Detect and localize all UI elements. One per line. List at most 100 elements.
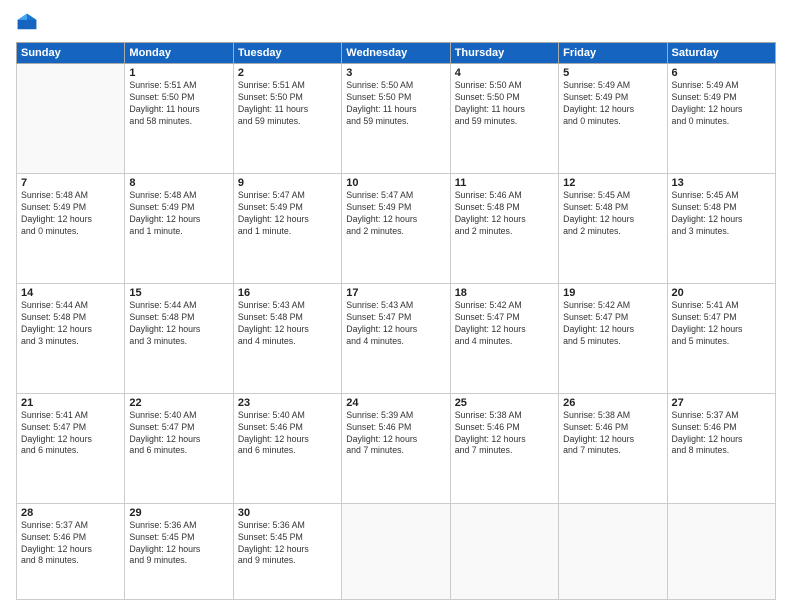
- calendar-cell: [667, 503, 775, 599]
- day-number: 11: [455, 177, 554, 189]
- day-info: Sunrise: 5:47 AM Sunset: 5:49 PM Dayligh…: [346, 190, 445, 238]
- day-info: Sunrise: 5:38 AM Sunset: 5:46 PM Dayligh…: [455, 410, 554, 458]
- day-number: 25: [455, 397, 554, 409]
- day-info: Sunrise: 5:42 AM Sunset: 5:47 PM Dayligh…: [455, 300, 554, 348]
- day-number: 6: [672, 67, 771, 79]
- day-info: Sunrise: 5:45 AM Sunset: 5:48 PM Dayligh…: [563, 190, 662, 238]
- calendar-cell: 3Sunrise: 5:50 AM Sunset: 5:50 PM Daylig…: [342, 64, 450, 174]
- day-number: 17: [346, 287, 445, 299]
- day-number: 1: [129, 67, 228, 79]
- day-info: Sunrise: 5:49 AM Sunset: 5:49 PM Dayligh…: [563, 80, 662, 128]
- weekday-saturday: Saturday: [667, 43, 775, 64]
- calendar-cell: 14Sunrise: 5:44 AM Sunset: 5:48 PM Dayli…: [17, 283, 125, 393]
- day-number: 9: [238, 177, 337, 189]
- weekday-wednesday: Wednesday: [342, 43, 450, 64]
- calendar-cell: [559, 503, 667, 599]
- weekday-monday: Monday: [125, 43, 233, 64]
- day-info: Sunrise: 5:39 AM Sunset: 5:46 PM Dayligh…: [346, 410, 445, 458]
- day-info: Sunrise: 5:50 AM Sunset: 5:50 PM Dayligh…: [346, 80, 445, 128]
- day-info: Sunrise: 5:51 AM Sunset: 5:50 PM Dayligh…: [238, 80, 337, 128]
- day-number: 26: [563, 397, 662, 409]
- day-info: Sunrise: 5:40 AM Sunset: 5:46 PM Dayligh…: [238, 410, 337, 458]
- page: SundayMondayTuesdayWednesdayThursdayFrid…: [0, 0, 792, 612]
- week-row-1: 1Sunrise: 5:51 AM Sunset: 5:50 PM Daylig…: [17, 64, 776, 174]
- calendar-cell: 5Sunrise: 5:49 AM Sunset: 5:49 PM Daylig…: [559, 64, 667, 174]
- calendar-cell: 27Sunrise: 5:37 AM Sunset: 5:46 PM Dayli…: [667, 393, 775, 503]
- day-info: Sunrise: 5:47 AM Sunset: 5:49 PM Dayligh…: [238, 190, 337, 238]
- day-info: Sunrise: 5:49 AM Sunset: 5:49 PM Dayligh…: [672, 80, 771, 128]
- header: [16, 12, 776, 34]
- calendar-cell: 22Sunrise: 5:40 AM Sunset: 5:47 PM Dayli…: [125, 393, 233, 503]
- day-number: 8: [129, 177, 228, 189]
- day-number: 20: [672, 287, 771, 299]
- day-info: Sunrise: 5:46 AM Sunset: 5:48 PM Dayligh…: [455, 190, 554, 238]
- day-info: Sunrise: 5:38 AM Sunset: 5:46 PM Dayligh…: [563, 410, 662, 458]
- day-number: 4: [455, 67, 554, 79]
- day-number: 14: [21, 287, 120, 299]
- day-info: Sunrise: 5:41 AM Sunset: 5:47 PM Dayligh…: [672, 300, 771, 348]
- day-number: 21: [21, 397, 120, 409]
- day-info: Sunrise: 5:43 AM Sunset: 5:48 PM Dayligh…: [238, 300, 337, 348]
- day-number: 22: [129, 397, 228, 409]
- logo-icon: [16, 12, 38, 34]
- day-info: Sunrise: 5:37 AM Sunset: 5:46 PM Dayligh…: [21, 520, 120, 568]
- calendar-cell: 2Sunrise: 5:51 AM Sunset: 5:50 PM Daylig…: [233, 64, 341, 174]
- weekday-header-row: SundayMondayTuesdayWednesdayThursdayFrid…: [17, 43, 776, 64]
- day-number: 2: [238, 67, 337, 79]
- day-number: 23: [238, 397, 337, 409]
- weekday-tuesday: Tuesday: [233, 43, 341, 64]
- day-info: Sunrise: 5:43 AM Sunset: 5:47 PM Dayligh…: [346, 300, 445, 348]
- week-row-2: 7 Sunrise: 5:48 AM Sunset: 5:49 PM Daylig…: [17, 173, 776, 283]
- calendar-cell: 24Sunrise: 5:39 AM Sunset: 5:46 PM Dayli…: [342, 393, 450, 503]
- calendar-cell: 26Sunrise: 5:38 AM Sunset: 5:46 PM Dayli…: [559, 393, 667, 503]
- calendar-cell: 16Sunrise: 5:43 AM Sunset: 5:48 PM Dayli…: [233, 283, 341, 393]
- day-number: 28: [21, 507, 120, 519]
- calendar-cell: 6Sunrise: 5:49 AM Sunset: 5:49 PM Daylig…: [667, 64, 775, 174]
- calendar-cell: 9Sunrise: 5:47 AM Sunset: 5:49 PM Daylig…: [233, 173, 341, 283]
- weekday-sunday: Sunday: [17, 43, 125, 64]
- day-number: 3: [346, 67, 445, 79]
- day-number: 24: [346, 397, 445, 409]
- logo: [16, 12, 42, 34]
- weekday-friday: Friday: [559, 43, 667, 64]
- day-number: 10: [346, 177, 445, 189]
- calendar-cell: 12Sunrise: 5:45 AM Sunset: 5:48 PM Dayli…: [559, 173, 667, 283]
- calendar-cell: 13Sunrise: 5:45 AM Sunset: 5:48 PM Dayli…: [667, 173, 775, 283]
- day-info: Sunrise: 5:50 AM Sunset: 5:50 PM Dayligh…: [455, 80, 554, 128]
- calendar-cell: [342, 503, 450, 599]
- day-number: 27: [672, 397, 771, 409]
- day-info: Sunrise: 5:41 AM Sunset: 5:47 PM Dayligh…: [21, 410, 120, 458]
- calendar-table: SundayMondayTuesdayWednesdayThursdayFrid…: [16, 42, 776, 600]
- day-number: 18: [455, 287, 554, 299]
- calendar-cell: 30Sunrise: 5:36 AM Sunset: 5:45 PM Dayli…: [233, 503, 341, 599]
- day-info: Sunrise: 5:48 AM Sunset: 5:49 PM Dayligh…: [129, 190, 228, 238]
- day-number: 29: [129, 507, 228, 519]
- day-info: Sunrise: 5:40 AM Sunset: 5:47 PM Dayligh…: [129, 410, 228, 458]
- day-number: 5: [563, 67, 662, 79]
- day-info: Sunrise: 5:36 AM Sunset: 5:45 PM Dayligh…: [129, 520, 228, 568]
- day-number: 7: [21, 177, 120, 189]
- calendar-cell: 18Sunrise: 5:42 AM Sunset: 5:47 PM Dayli…: [450, 283, 558, 393]
- day-info: Sunrise: 5:36 AM Sunset: 5:45 PM Dayligh…: [238, 520, 337, 568]
- day-number: 30: [238, 507, 337, 519]
- calendar-cell: 19Sunrise: 5:42 AM Sunset: 5:47 PM Dayli…: [559, 283, 667, 393]
- calendar-cell: 20Sunrise: 5:41 AM Sunset: 5:47 PM Dayli…: [667, 283, 775, 393]
- day-info: Sunrise: 5:44 AM Sunset: 5:48 PM Dayligh…: [129, 300, 228, 348]
- day-number: 19: [563, 287, 662, 299]
- week-row-4: 21Sunrise: 5:41 AM Sunset: 5:47 PM Dayli…: [17, 393, 776, 503]
- calendar-cell: 10Sunrise: 5:47 AM Sunset: 5:49 PM Dayli…: [342, 173, 450, 283]
- week-row-5: 28Sunrise: 5:37 AM Sunset: 5:46 PM Dayli…: [17, 503, 776, 599]
- day-info: Sunrise: 5:44 AM Sunset: 5:48 PM Dayligh…: [21, 300, 120, 348]
- day-number: 12: [563, 177, 662, 189]
- calendar-cell: 17Sunrise: 5:43 AM Sunset: 5:47 PM Dayli…: [342, 283, 450, 393]
- day-number: 13: [672, 177, 771, 189]
- calendar-cell: 1Sunrise: 5:51 AM Sunset: 5:50 PM Daylig…: [125, 64, 233, 174]
- calendar-cell: 8Sunrise: 5:48 AM Sunset: 5:49 PM Daylig…: [125, 173, 233, 283]
- calendar-cell: 23Sunrise: 5:40 AM Sunset: 5:46 PM Dayli…: [233, 393, 341, 503]
- calendar-cell: 4Sunrise: 5:50 AM Sunset: 5:50 PM Daylig…: [450, 64, 558, 174]
- calendar-cell: 29Sunrise: 5:36 AM Sunset: 5:45 PM Dayli…: [125, 503, 233, 599]
- day-info: Sunrise: 5:51 AM Sunset: 5:50 PM Dayligh…: [129, 80, 228, 128]
- day-number: 15: [129, 287, 228, 299]
- day-info: Sunrise: 5:45 AM Sunset: 5:48 PM Dayligh…: [672, 190, 771, 238]
- weekday-thursday: Thursday: [450, 43, 558, 64]
